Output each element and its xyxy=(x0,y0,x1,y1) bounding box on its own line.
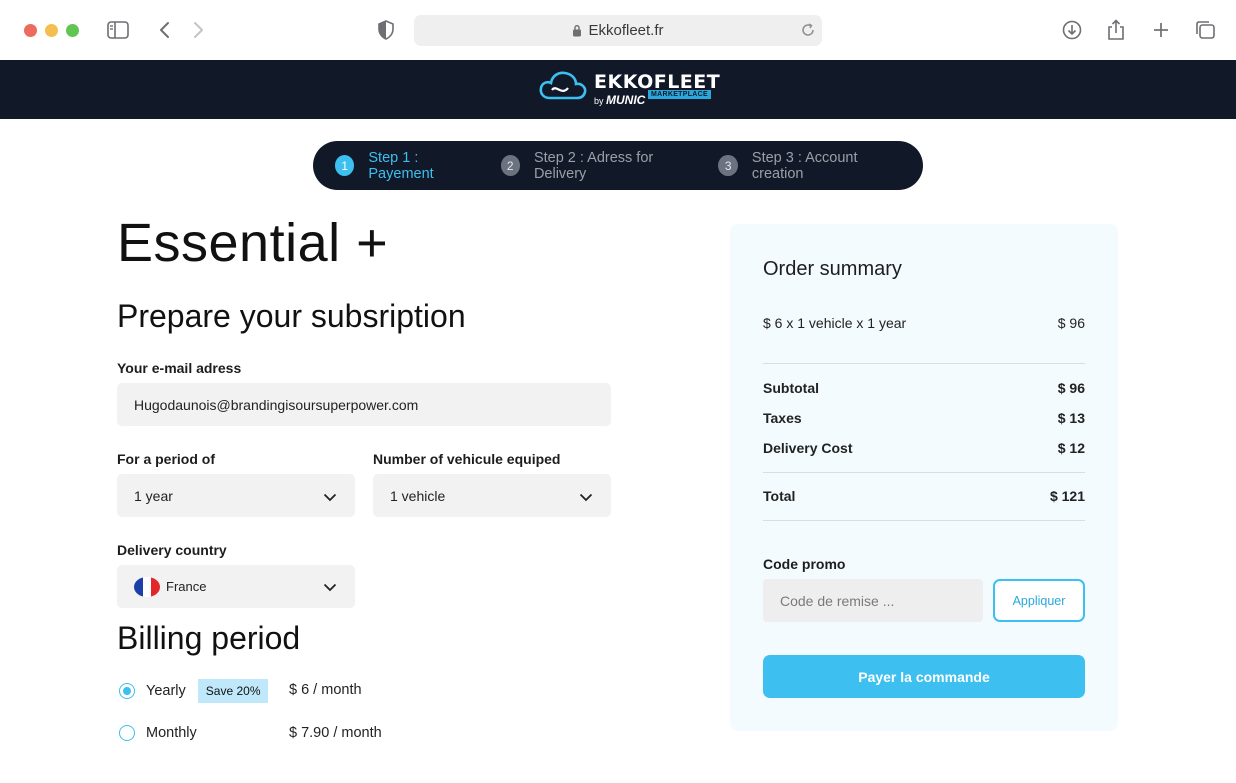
radio-selected-dot xyxy=(123,687,131,695)
yearly-price: $ 6 / month xyxy=(289,682,362,698)
logo-by-text: by xyxy=(594,96,604,106)
france-flag-icon xyxy=(134,576,160,597)
chevron-down-icon xyxy=(323,580,337,595)
total-value: $ 121 xyxy=(1049,488,1085,504)
period-selected-value: 1 year xyxy=(134,487,173,504)
country-select[interactable]: France xyxy=(117,565,355,608)
taxes-label: Taxes xyxy=(763,410,802,426)
lock-icon xyxy=(572,24,582,37)
section-title: Prepare your subsription xyxy=(117,298,466,334)
line-item-label: $ 6 x 1 vehicle x 1 year xyxy=(763,315,907,331)
step-number: 2 xyxy=(500,155,520,176)
share-icon[interactable] xyxy=(1104,18,1128,42)
summary-taxes: Taxes $ 13 xyxy=(763,410,1085,426)
taxes-value: $ 13 xyxy=(1057,410,1085,426)
summary-delivery: Delivery Cost $ 12 xyxy=(763,440,1085,456)
save-badge: Save 20% xyxy=(197,679,269,703)
reload-icon[interactable] xyxy=(800,22,816,42)
logo-marketplace-tag: MARKETPLACE xyxy=(648,90,711,99)
new-tab-icon[interactable] xyxy=(1149,18,1173,42)
subtotal-label: Subtotal xyxy=(763,380,819,396)
download-icon[interactable] xyxy=(1060,18,1084,42)
delivery-label: Delivery Cost xyxy=(763,440,853,456)
billing-option-yearly[interactable]: Yearly Save 20% xyxy=(119,679,269,703)
step-payment[interactable]: 1 Step 1 : Payement xyxy=(335,150,479,182)
order-summary-panel: Order summary $ 6 x 1 vehicle x 1 year $… xyxy=(730,224,1118,731)
pay-order-button[interactable]: Payer la commande xyxy=(763,655,1085,698)
plan-title: Essential + xyxy=(117,213,389,273)
step-label: Step 3 : Account creation xyxy=(751,149,858,182)
sidebar-toggle-icon[interactable] xyxy=(106,18,130,42)
monthly-price: $ 7.90 / month xyxy=(289,725,382,741)
step-account-creation[interactable]: 3 Step 3 : Account creation xyxy=(718,150,901,182)
minimize-window-button[interactable] xyxy=(45,24,58,37)
divider xyxy=(763,520,1085,521)
logo-brand-text: MUNIC xyxy=(606,93,646,107)
promo-label: Code promo xyxy=(763,556,846,572)
url-text: Ekkofleet.fr xyxy=(588,22,664,39)
vehicles-select[interactable]: 1 vehicle xyxy=(373,474,611,517)
cloud-logo-icon xyxy=(539,71,587,100)
country-selected-value: France xyxy=(166,579,207,594)
step-delivery-address[interactable]: 2 Step 2 : Adress for Delivery xyxy=(500,149,697,182)
divider xyxy=(763,363,1085,364)
radio-yearly[interactable] xyxy=(119,683,135,699)
order-summary-title: Order summary xyxy=(763,258,902,280)
step-number: 3 xyxy=(718,155,738,176)
chevron-down-icon xyxy=(323,489,337,505)
apply-promo-button[interactable]: Appliquer xyxy=(993,579,1085,622)
promo-code-input[interactable] xyxy=(763,579,983,622)
billing-option-monthly[interactable]: Monthly xyxy=(119,725,197,741)
delivery-value: $ 12 xyxy=(1057,440,1085,456)
zoom-window-button[interactable] xyxy=(66,24,79,37)
divider xyxy=(763,472,1085,473)
step-label: Step 1 : Payement xyxy=(368,149,434,182)
forward-icon[interactable] xyxy=(187,18,211,42)
summary-total: Total $ 121 xyxy=(763,488,1085,504)
checkout-stepper: 1 Step 1 : Payement 2 Step 2 : Adress fo… xyxy=(313,141,923,190)
browser-toolbar: Ekkofleet.fr xyxy=(0,0,1236,60)
address-bar[interactable]: Ekkofleet.fr xyxy=(414,15,822,46)
vehicles-label: Number of vehicule equiped xyxy=(373,451,561,467)
radio-monthly[interactable] xyxy=(119,725,135,741)
summary-line-item: $ 6 x 1 vehicle x 1 year $ 96 xyxy=(763,315,1085,331)
close-window-button[interactable] xyxy=(24,24,37,37)
back-icon[interactable] xyxy=(152,18,176,42)
step-label: Step 2 : Adress for Delivery xyxy=(533,149,654,182)
period-select[interactable]: 1 year xyxy=(117,474,355,517)
email-label: Your e-mail adress xyxy=(117,360,242,376)
tab-overview-icon[interactable] xyxy=(1193,18,1217,42)
chevron-down-icon xyxy=(579,489,593,505)
privacy-shield-icon[interactable] xyxy=(374,18,398,42)
period-label: For a period of xyxy=(117,451,215,467)
ekkofleet-logo[interactable]: EKKOFLEET by MUNIC MARKETPLACE xyxy=(538,68,720,112)
line-item-value: $ 96 xyxy=(1057,315,1085,331)
billing-option-label: Monthly xyxy=(146,725,197,741)
billing-period-title: Billing period xyxy=(117,620,301,656)
email-field[interactable] xyxy=(117,383,611,426)
country-label: Delivery country xyxy=(117,542,227,558)
vehicles-selected-value: 1 vehicle xyxy=(390,487,446,504)
subtotal-value: $ 96 xyxy=(1057,380,1085,396)
billing-option-label: Yearly xyxy=(146,683,186,699)
total-label: Total xyxy=(763,488,796,504)
step-number: 1 xyxy=(335,155,355,176)
summary-subtotal: Subtotal $ 96 xyxy=(763,380,1085,396)
